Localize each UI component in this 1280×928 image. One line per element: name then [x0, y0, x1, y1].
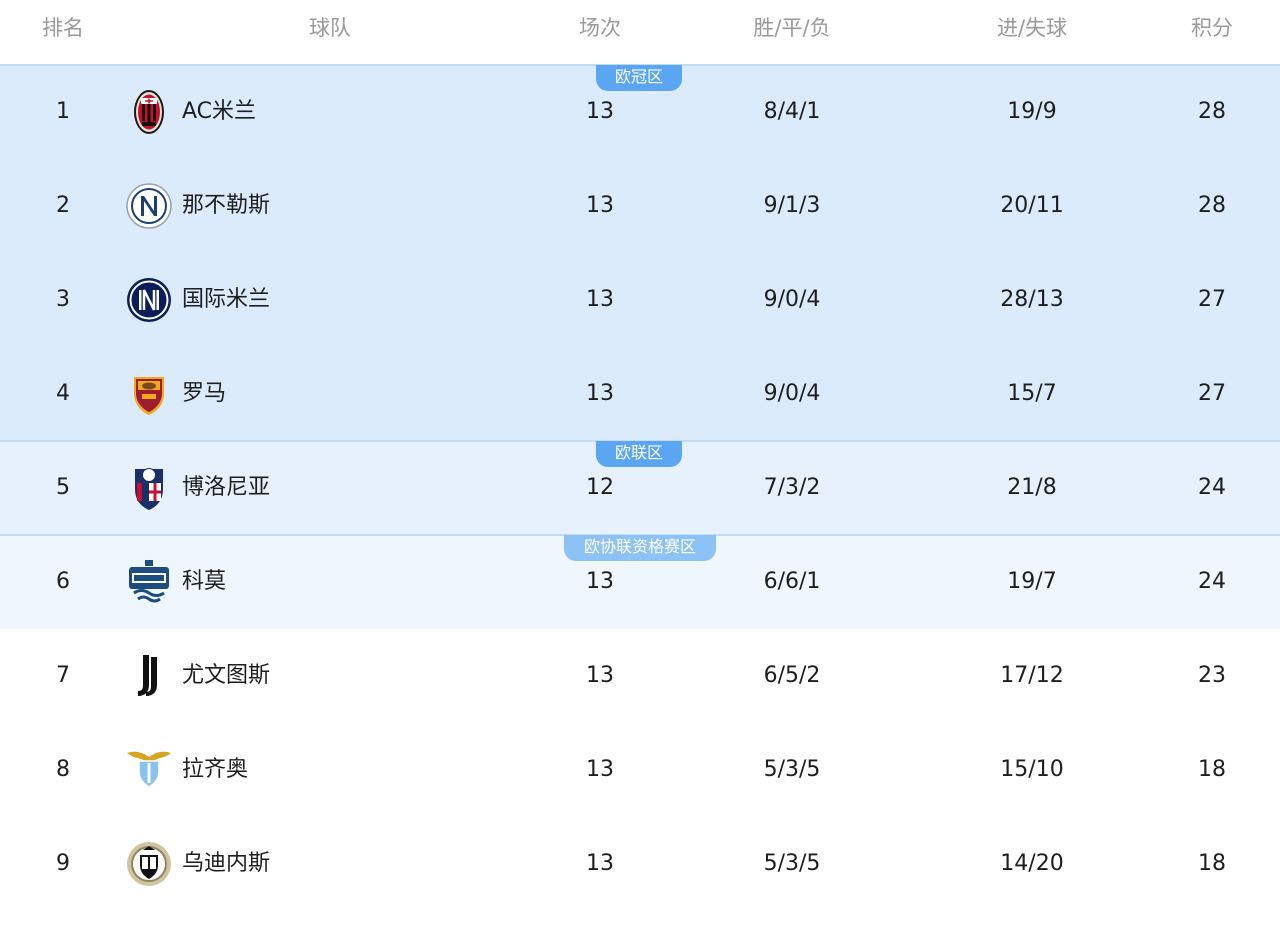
rank-cell: 5: [56, 475, 70, 500]
wdl-cell: 8/4/1: [763, 99, 821, 124]
zone-badge-uel: 欧联区: [596, 441, 682, 467]
table-row[interactable]: 2 那不勒斯 13 9/1/3 20/11 28: [0, 159, 1280, 253]
team-cell[interactable]: 拉齐奥: [126, 723, 506, 817]
table-row[interactable]: 4 罗马 13 9/0/4 15/7 27: [0, 347, 1280, 441]
header-points[interactable]: 积分: [1172, 0, 1252, 56]
roma-crest-icon: [126, 371, 172, 417]
rank-cell: 1: [56, 99, 70, 124]
team-name[interactable]: 那不勒斯: [182, 159, 270, 253]
points-cell: 18: [1198, 851, 1226, 876]
ac-milan-crest-icon: [126, 89, 172, 135]
team-cell[interactable]: 博洛尼亚: [126, 441, 506, 535]
played-cell: 13: [586, 287, 614, 312]
header-wdl[interactable]: 胜/平/负: [712, 0, 872, 56]
team-cell[interactable]: 国际米兰: [126, 253, 506, 347]
goals-cell: 15/7: [1007, 381, 1057, 406]
points-cell: 28: [1198, 99, 1226, 124]
rank-cell: 6: [56, 569, 70, 594]
table-header: 排名 球队 场次 胜/平/负 进/失球 积分: [0, 0, 1280, 65]
points-cell: 23: [1198, 663, 1226, 688]
team-cell[interactable]: 乌迪内斯: [126, 817, 506, 911]
goals-cell: 28/13: [1000, 287, 1064, 312]
goals-cell: 17/12: [1000, 663, 1064, 688]
team-cell[interactable]: AC米兰: [126, 65, 506, 159]
played-cell: 13: [586, 757, 614, 782]
header-rank[interactable]: 排名: [23, 0, 103, 56]
table-row[interactable]: 3 国际米兰 13 9/0/4 28/13 27: [0, 253, 1280, 347]
rank-cell: 9: [56, 851, 70, 876]
juventus-crest-icon: [126, 653, 172, 699]
inter-crest-icon: [126, 277, 172, 323]
bologna-crest-icon: [126, 465, 172, 511]
goals-cell: 21/8: [1007, 475, 1057, 500]
zone-badge-ucl: 欧冠区: [596, 65, 682, 91]
header-played[interactable]: 场次: [560, 0, 640, 56]
team-cell[interactable]: 那不勒斯: [126, 159, 506, 253]
team-name[interactable]: 拉齐奥: [182, 723, 248, 817]
points-cell: 18: [1198, 757, 1226, 782]
team-cell[interactable]: 尤文图斯: [126, 629, 506, 723]
played-cell: 13: [586, 663, 614, 688]
header-team[interactable]: 球队: [260, 0, 400, 56]
table-row[interactable]: 7 尤文图斯 13 6/5/2 17/12 23: [0, 629, 1280, 723]
rank-cell: 7: [56, 663, 70, 688]
goals-cell: 19/7: [1007, 569, 1057, 594]
team-name[interactable]: 尤文图斯: [182, 629, 270, 723]
wdl-cell: 5/3/5: [763, 851, 821, 876]
team-name[interactable]: 博洛尼亚: [182, 441, 270, 535]
team-name[interactable]: 国际米兰: [182, 253, 270, 347]
team-name[interactable]: 科莫: [182, 535, 226, 629]
table-row[interactable]: 8 拉齐奥 13 5/3/5 15/10 18: [0, 723, 1280, 817]
goals-cell: 20/11: [1000, 193, 1064, 218]
wdl-cell: 6/6/1: [763, 569, 821, 594]
lazio-crest-icon: [126, 747, 172, 793]
played-cell: 13: [586, 381, 614, 406]
table-row[interactable]: 9 乌迪内斯 13 5/3/5 14/20 18: [0, 817, 1280, 911]
wdl-cell: 9/0/4: [763, 381, 821, 406]
udinese-crest-icon: [126, 841, 172, 887]
napoli-crest-icon: [126, 183, 172, 229]
como-crest-icon: [126, 559, 172, 605]
team-cell[interactable]: 罗马: [126, 347, 506, 441]
team-cell[interactable]: 科莫: [126, 535, 506, 629]
goals-cell: 19/9: [1007, 99, 1057, 124]
rank-cell: 8: [56, 757, 70, 782]
wdl-cell: 5/3/5: [763, 757, 821, 782]
zone-badge-uecl: 欧协联资格赛区: [564, 535, 716, 561]
wdl-cell: 9/1/3: [763, 193, 821, 218]
goals-cell: 15/10: [1000, 757, 1064, 782]
points-cell: 28: [1198, 193, 1226, 218]
points-cell: 27: [1198, 381, 1226, 406]
team-name[interactable]: AC米兰: [182, 65, 256, 159]
rank-cell: 2: [56, 193, 70, 218]
rank-cell: 4: [56, 381, 70, 406]
team-name[interactable]: 乌迪内斯: [182, 817, 270, 911]
team-name[interactable]: 罗马: [182, 347, 226, 441]
rank-cell: 3: [56, 287, 70, 312]
wdl-cell: 7/3/2: [763, 475, 821, 500]
wdl-cell: 6/5/2: [763, 663, 821, 688]
points-cell: 27: [1198, 287, 1226, 312]
points-cell: 24: [1198, 569, 1226, 594]
played-cell: 13: [586, 193, 614, 218]
header-goals[interactable]: 进/失球: [952, 0, 1112, 56]
played-cell: 13: [586, 851, 614, 876]
wdl-cell: 9/0/4: [763, 287, 821, 312]
points-cell: 24: [1198, 475, 1226, 500]
goals-cell: 14/20: [1000, 851, 1064, 876]
